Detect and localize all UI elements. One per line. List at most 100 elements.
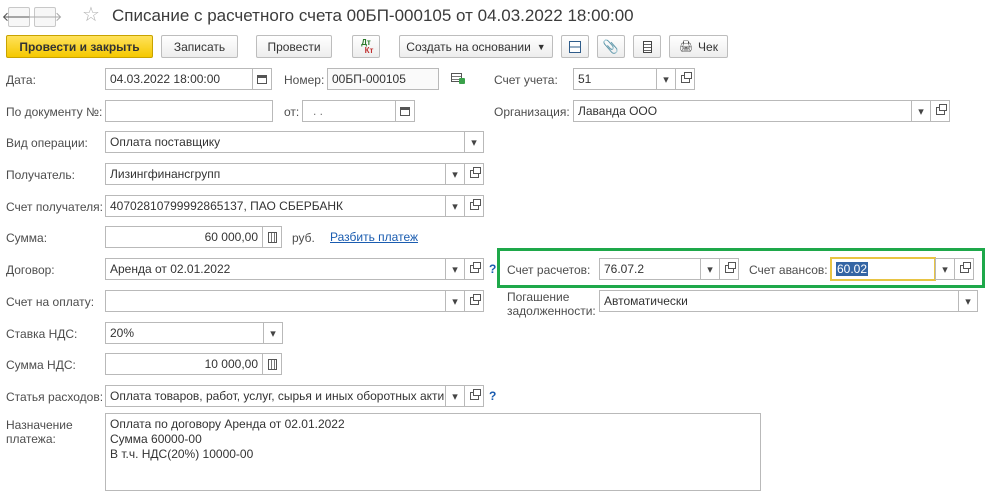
recipient-label: Получатель: bbox=[6, 168, 75, 182]
kt-icon-bottom: Кт bbox=[364, 45, 374, 55]
save-button[interactable]: Записать bbox=[161, 35, 238, 58]
favorite-star-icon[interactable]: ☆ bbox=[82, 3, 100, 27]
expense-item-help-icon[interactable]: ? bbox=[489, 389, 496, 403]
attach-button[interactable]: 📎 bbox=[597, 35, 625, 58]
settlement-account-input[interactable]: 76.07.2 bbox=[599, 258, 701, 280]
account-label: Счет учета: bbox=[494, 73, 558, 87]
calendar-icon bbox=[400, 106, 410, 116]
operation-dropdown-button[interactable] bbox=[464, 131, 484, 153]
calculator-icon bbox=[267, 358, 277, 370]
debt-repayment-input[interactable]: Автоматически bbox=[599, 290, 959, 312]
operation-input[interactable]: Оплата поставщику bbox=[105, 131, 465, 153]
amount-input[interactable]: 60 000,00 bbox=[105, 226, 263, 248]
invoice-dropdown-button[interactable] bbox=[445, 290, 465, 312]
invoice-label: Счет на оплату: bbox=[6, 295, 95, 309]
open-icon bbox=[469, 389, 481, 400]
from-date-input[interactable]: . . bbox=[302, 100, 396, 122]
contract-dropdown-button[interactable] bbox=[445, 258, 465, 280]
recipient-dropdown-button[interactable] bbox=[445, 163, 465, 185]
expense-item-dropdown-button[interactable] bbox=[445, 385, 465, 407]
advance-account-dropdown-button[interactable] bbox=[935, 258, 955, 280]
contract-open-button[interactable] bbox=[464, 258, 484, 280]
split-payment-link[interactable]: Разбить платеж bbox=[330, 230, 418, 244]
account-input[interactable]: 51 bbox=[573, 68, 657, 90]
currency-label: руб. bbox=[292, 231, 315, 245]
vat-amount-label: Сумма НДС: bbox=[6, 358, 76, 372]
vat-amount-input[interactable]: 10 000,00 bbox=[105, 353, 263, 375]
chevron-down-icon: ▼ bbox=[536, 41, 546, 52]
advance-account-input[interactable]: 60.02 bbox=[830, 257, 936, 281]
recipient-open-button[interactable] bbox=[464, 163, 484, 185]
post-button[interactable]: Провести bbox=[256, 35, 332, 58]
invoice-open-button[interactable] bbox=[464, 290, 484, 312]
window-title: Списание с расчетного счета 00БП-000105 … bbox=[112, 6, 634, 25]
organization-open-button[interactable] bbox=[930, 100, 950, 122]
open-icon bbox=[469, 294, 481, 305]
organization-dropdown-button[interactable] bbox=[911, 100, 931, 122]
receipt-label: Чек bbox=[698, 39, 718, 54]
from-date-calendar-button[interactable] bbox=[395, 100, 415, 122]
purpose-textarea[interactable]: Оплата по договору Аренда от 02.01.2022 … bbox=[105, 413, 761, 491]
post-and-close-button[interactable]: Провести и закрыть bbox=[6, 35, 153, 58]
calculator-icon bbox=[267, 231, 277, 243]
expense-item-open-button[interactable] bbox=[464, 385, 484, 407]
advance-account-open-button[interactable] bbox=[954, 258, 974, 280]
open-icon bbox=[469, 262, 481, 273]
print-button[interactable] bbox=[633, 35, 661, 58]
recipient-input[interactable]: Лизингфинансгрупп bbox=[105, 163, 446, 185]
contract-label: Договор: bbox=[6, 263, 55, 277]
open-icon bbox=[469, 167, 481, 178]
account-open-button[interactable] bbox=[675, 68, 695, 90]
forward-button[interactable]: 🡒 bbox=[28, 7, 62, 27]
create-based-on-button[interactable]: Создать на основании ▼ bbox=[399, 35, 553, 58]
open-icon bbox=[935, 104, 947, 115]
report-icon bbox=[642, 40, 652, 53]
open-icon bbox=[469, 199, 481, 210]
debt-repayment-dropdown-button[interactable] bbox=[958, 290, 978, 312]
recipient-account-input[interactable]: 40702810799992865137, ПАО СБЕРБАНК bbox=[105, 195, 446, 217]
expense-item-input[interactable]: Оплата товаров, работ, услуг, сырья и ин… bbox=[105, 385, 446, 407]
number-edit-icon[interactable] bbox=[451, 72, 465, 84]
debt-repayment-label-line1: Погашение bbox=[507, 290, 570, 304]
invoice-input[interactable] bbox=[105, 290, 446, 312]
number-input[interactable]: 00БП-000105 bbox=[327, 68, 439, 90]
recipient-account-dropdown-button[interactable] bbox=[445, 195, 465, 217]
advance-account-label: Счет авансов: bbox=[749, 263, 828, 277]
amount-label: Сумма: bbox=[6, 231, 48, 245]
structure-button[interactable] bbox=[561, 35, 589, 58]
organization-input[interactable]: Лаванда ООО bbox=[573, 100, 912, 122]
date-input[interactable]: 04.03.2022 18:00:00 bbox=[105, 68, 253, 90]
settlement-account-label: Счет расчетов: bbox=[507, 263, 591, 277]
date-calendar-button[interactable] bbox=[252, 68, 272, 90]
open-icon bbox=[680, 72, 692, 83]
arrow-right-icon: 🡒 bbox=[27, 9, 63, 24]
settlement-account-dropdown-button[interactable] bbox=[700, 258, 720, 280]
contract-help-icon[interactable]: ? bbox=[489, 262, 496, 276]
document-structure-icon bbox=[569, 40, 581, 53]
vat-amount-calculator-button[interactable] bbox=[262, 353, 282, 375]
expense-item-label: Статья расходов: bbox=[6, 390, 104, 404]
from-label: от: bbox=[284, 105, 300, 119]
vat-rate-dropdown-button[interactable] bbox=[263, 322, 283, 344]
dtkt-button[interactable]: Дт Кт bbox=[352, 35, 380, 58]
open-icon bbox=[724, 262, 736, 273]
by-document-input[interactable] bbox=[105, 100, 273, 122]
settlement-account-open-button[interactable] bbox=[719, 258, 739, 280]
advance-account-value: 60.02 bbox=[836, 262, 869, 276]
vat-rate-label: Ставка НДС: bbox=[6, 327, 78, 341]
date-label: Дата: bbox=[6, 73, 36, 87]
amount-calculator-button[interactable] bbox=[262, 226, 282, 248]
recipient-account-open-button[interactable] bbox=[464, 195, 484, 217]
open-icon bbox=[959, 262, 971, 273]
create-based-on-label: Создать на основании bbox=[406, 39, 531, 54]
number-label: Номер: bbox=[284, 73, 325, 87]
purpose-label-line1: Назначение bbox=[6, 418, 73, 432]
receipt-button[interactable]: 🖨 Чек bbox=[669, 35, 728, 58]
contract-input[interactable]: Аренда от 02.01.2022 bbox=[105, 258, 446, 280]
recipient-account-label: Счет получателя: bbox=[6, 200, 103, 214]
purpose-label-line2: платежа: bbox=[6, 432, 56, 446]
organization-label: Организация: bbox=[494, 105, 570, 119]
account-dropdown-button[interactable] bbox=[656, 68, 676, 90]
debt-repayment-label-line2: задолженности: bbox=[507, 304, 596, 318]
vat-rate-input[interactable]: 20% bbox=[105, 322, 264, 344]
